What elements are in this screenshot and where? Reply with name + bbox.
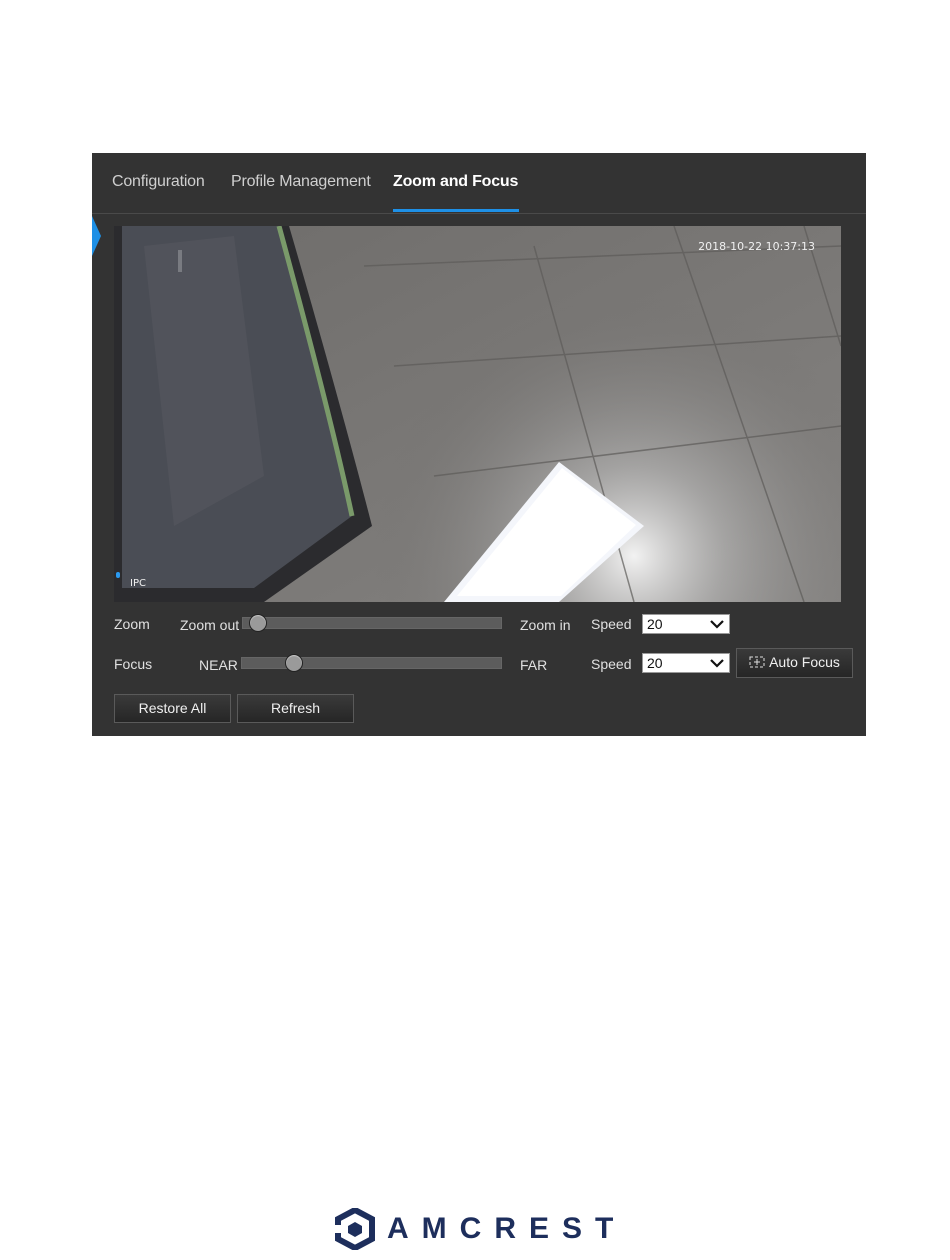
auto-focus-icon [749,656,765,668]
camera-image [114,226,841,602]
amcrest-logo-icon [335,1208,375,1250]
channel-indicator-icon [116,572,120,578]
live-video-view[interactable]: 2018-10-22 10:37:13 IPC [114,226,841,602]
video-timestamp: 2018-10-22 10:37:13 [698,240,815,253]
focus-label: Focus [114,656,153,672]
restore-all-button[interactable]: Restore All [114,694,231,723]
auto-focus-button[interactable]: Auto Focus [736,648,853,678]
focus-speed-label: Speed [591,656,632,672]
tab-zoom-and-focus[interactable]: Zoom and Focus [393,173,518,191]
tab-configuration[interactable]: Configuration [112,173,205,191]
focus-speed-select[interactable]: 20 [642,653,730,673]
active-tab-indicator [393,209,519,212]
tab-profile-management[interactable]: Profile Management [231,173,371,191]
zoom-speed-select[interactable]: 20 [642,614,730,634]
zoom-slider-track[interactable] [242,617,502,629]
zoom-label: Zoom [114,616,150,632]
zoom-out-label: Zoom out [180,617,240,633]
focus-slider-handle[interactable] [284,654,303,672]
focus-speed-value: 20 [647,655,663,671]
channel-label: IPC [130,578,146,589]
zoom-in-label: Zoom in [520,617,571,633]
zoom-speed-value: 20 [647,616,663,632]
tab-bar: Configuration Profile Management Zoom an… [92,153,866,214]
zoom-speed-label: Speed [591,616,632,632]
chevron-down-icon [710,659,724,668]
focus-near-label: NEAR [199,657,238,673]
refresh-button[interactable]: Refresh [237,694,354,723]
focus-far-label: FAR [520,657,548,673]
side-panel-toggle-icon[interactable] [92,216,101,256]
focus-slider-track[interactable] [241,657,502,669]
zoom-slider-handle[interactable] [249,614,268,632]
auto-focus-label: Auto Focus [769,654,840,670]
zoom-focus-panel: Configuration Profile Management Zoom an… [92,153,866,736]
brand-name: AMCREST [387,1212,627,1245]
brand-logo: AMCREST [335,1208,625,1250]
chevron-down-icon [710,620,724,629]
